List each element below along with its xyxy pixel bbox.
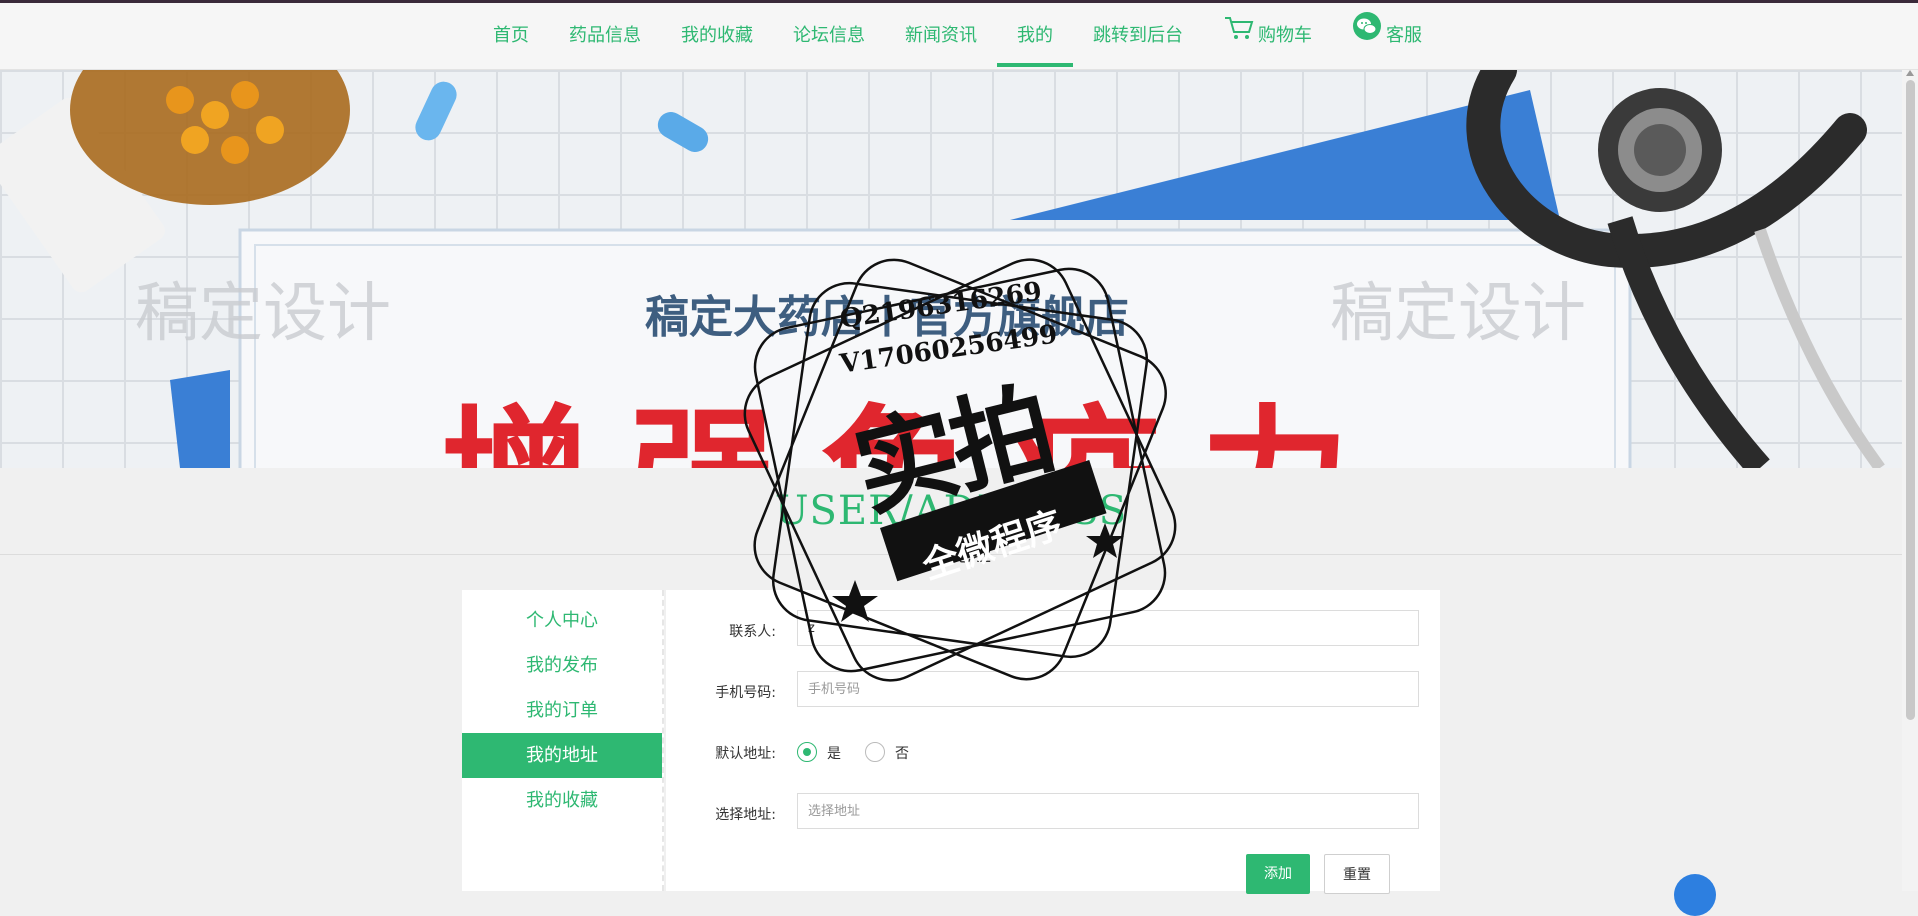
add-button[interactable]: 添加 [1246,854,1310,894]
user-sidebar: 个人中心 我的发布 我的订单 我的地址 我的收藏 [462,590,664,891]
default-no-radio[interactable] [865,742,885,762]
default-address-label: 默认地址: [715,746,776,762]
top-nav: 首页 药品信息 我的收藏 论坛信息 新闻资讯 我的 跳转到后台 购物车 客服 [0,3,1918,70]
default-yes-radio[interactable] [797,742,817,762]
sidebar-item-profile[interactable]: 个人中心 [462,598,662,643]
sidebar-item-my-posts[interactable]: 我的发布 [462,643,662,688]
reset-button[interactable]: 重置 [1324,854,1390,894]
sidebar-item-my-orders[interactable]: 我的订单 [462,688,662,733]
nav-item-support[interactable]: 客服 [1352,3,1422,69]
address-label: 选择地址: [715,807,776,823]
scrollbar-thumb[interactable] [1906,80,1915,720]
cart-icon [1224,3,1254,69]
nav-item-backend[interactable]: 跳转到后台 [1093,3,1183,69]
banner-watermark-right: 稿定设计 [1330,277,1586,351]
nav-item-forum[interactable]: 论坛信息 [793,3,865,69]
sidebar-item-my-address[interactable]: 我的地址 [462,733,662,778]
phone-label: 手机号码: [715,685,776,701]
nav-cart-label: 购物车 [1258,25,1312,46]
back-to-top-button[interactable] [1674,874,1716,916]
banner-watermark-left: 稿定设计 [135,277,391,351]
nav-item-mine[interactable]: 我的 [997,3,1073,69]
default-address-radio-group: 是 否 [797,742,997,764]
wechat-icon [1352,3,1382,69]
address-select-input[interactable] [797,793,1419,829]
nav-item-news[interactable]: 新闻资讯 [905,3,977,69]
page-scrollbar[interactable] [1902,70,1918,891]
nav-item-favorites[interactable]: 我的收藏 [681,3,753,69]
nav-item-home[interactable]: 首页 [493,3,529,69]
nav-item-cart[interactable]: 购物车 [1224,3,1312,69]
stamp-star-left [832,580,878,622]
nav-support-label: 客服 [1386,25,1422,46]
sidebar-item-my-favorites[interactable]: 我的收藏 [462,778,662,823]
nav-item-drug-info[interactable]: 药品信息 [569,3,641,69]
scroll-up-icon[interactable] [1906,70,1914,76]
default-no-label: 否 [895,746,909,762]
default-yes-label: 是 [827,746,841,762]
